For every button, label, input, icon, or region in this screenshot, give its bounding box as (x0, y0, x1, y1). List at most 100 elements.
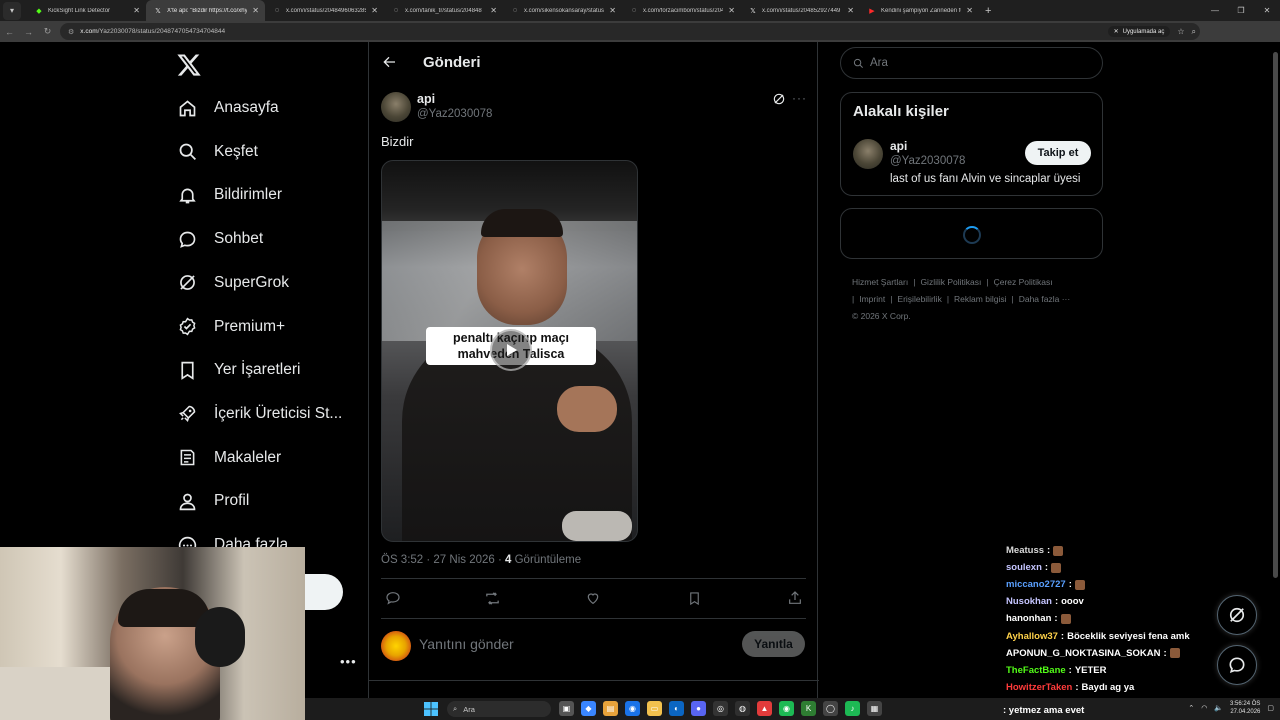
related-avatar[interactable] (853, 139, 883, 169)
reload-button[interactable]: ↻ (38, 22, 57, 41)
browser-tab[interactable]: ▶ Kendini şampiyon Zanneden fu ✕ (860, 0, 979, 21)
chat-username[interactable]: soulexn (1006, 562, 1042, 573)
open-in-app-button[interactable]: ✕ Uygulamada aç (1107, 26, 1171, 37)
close-tab-icon[interactable]: ✕ (847, 6, 854, 15)
nav-item-i-erik-reticisi-st[interactable]: İçerik Üreticisi St... (168, 394, 342, 434)
footer-link[interactable]: Hizmet Şartları (852, 277, 908, 287)
app-icon[interactable]: ▲ (757, 701, 772, 716)
browser-tab[interactable]: ◌ x.com/tanik_tr/status/204848 ✕ (384, 0, 503, 21)
address-bar[interactable]: ⚙ x.com/Yaz2030078/status/20487470547347… (60, 23, 1200, 40)
messages-fab[interactable] (1217, 645, 1257, 685)
footer-link[interactable]: © 2026 X Corp. (852, 311, 911, 321)
reply-icon[interactable] (383, 588, 403, 608)
maximize-button[interactable]: ❐ (1228, 0, 1254, 21)
author-handle[interactable]: @Yaz2030078 (417, 108, 492, 120)
footer-link[interactable]: Gizlilik Politikası (920, 277, 981, 287)
bookmark-icon[interactable] (684, 588, 704, 608)
edge-icon[interactable]: ◐ (669, 701, 684, 716)
app-icon[interactable]: ▦ (867, 701, 882, 716)
close-tab-icon[interactable]: ✕ (728, 6, 735, 15)
nav-item-bildirimler[interactable]: Bildirimler (168, 175, 282, 215)
share-icon[interactable] (785, 588, 805, 608)
like-icon[interactable] (583, 588, 603, 608)
file-explorer-icon[interactable]: ▤ (603, 701, 618, 716)
task-view-icon[interactable]: ▣ (559, 701, 574, 716)
author-name[interactable]: api (417, 92, 435, 106)
user-avatar[interactable] (381, 631, 411, 661)
nav-item-anasayfa[interactable]: Anasayfa (168, 88, 279, 128)
discord-icon[interactable]: ● (691, 701, 706, 716)
chat-username[interactable]: Meatuss (1006, 545, 1044, 556)
footer-link[interactable]: Daha fazla ··· (1019, 294, 1071, 304)
tab-search-button[interactable]: ▾ (3, 1, 21, 20)
nav-item-profil[interactable]: Profil (168, 481, 249, 521)
nav-item-sohbet[interactable]: Sohbet (168, 219, 263, 259)
close-window-button[interactable]: ✕ (1254, 0, 1280, 21)
browser-tab[interactable]: ◌ x.com/sikensokansaray/status/ ✕ (503, 0, 622, 21)
browser-tab[interactable]: ◆ KickSight Link Detector ✕ (27, 0, 146, 21)
copilot-icon[interactable]: ◆ (581, 701, 596, 716)
nav-item-makaleler[interactable]: Makaleler (168, 438, 281, 478)
back-arrow-icon[interactable] (381, 54, 397, 70)
related-name[interactable]: api (890, 139, 907, 153)
obs-icon[interactable]: ◯ (823, 701, 838, 716)
chat-username[interactable]: APONUN_G_NOKTASINA_SOKAN (1006, 648, 1160, 659)
play-button[interactable] (490, 329, 532, 371)
close-tab-icon[interactable]: ✕ (133, 6, 140, 15)
kick-icon[interactable]: K (801, 701, 816, 716)
related-handle[interactable]: @Yaz2030078 (890, 155, 965, 167)
chat-username[interactable]: Ayhallow37 (1006, 631, 1058, 642)
account-menu-icon[interactable]: ••• (340, 654, 357, 669)
browser-tab[interactable]: ◌ x.com/forzacimbom/status/204 ✕ (622, 0, 741, 21)
footer-link[interactable]: Reklam bilgisi (954, 294, 1006, 304)
wifi-icon[interactable]: ◠ (1201, 704, 1207, 712)
browser-tab[interactable]: 𝕏x.com/i/status/204852927449 ✕ (741, 0, 860, 21)
taskbar-clock[interactable]: 3:56:24 ÖS 27.04.2026 (1230, 700, 1260, 716)
forward-nav-button[interactable]: → (19, 22, 38, 41)
reply-button[interactable]: Yanıtla (742, 631, 805, 657)
close-tab-icon[interactable]: ✕ (609, 6, 616, 15)
search-input[interactable]: Ara (840, 47, 1103, 79)
nav-item-premium[interactable]: Premium+ (168, 307, 285, 347)
chat-username[interactable]: Nusokhan (1006, 596, 1052, 607)
close-tab-icon[interactable]: ✕ (371, 6, 378, 15)
browser-tab[interactable]: 𝕏 X'te api: "Bizdir https://t.co/xhy ✕ (146, 0, 265, 21)
star-icon[interactable]: ☆ (1177, 27, 1184, 36)
chat-username[interactable]: miccano2727 (1006, 579, 1066, 590)
grok-fab[interactable] (1217, 595, 1257, 635)
zoom-icon[interactable]: ⌕ (1192, 27, 1196, 37)
chat-username[interactable]: TheFactBane (1006, 665, 1066, 676)
spotify-icon[interactable]: ♪ (845, 701, 860, 716)
author-avatar[interactable] (381, 92, 411, 122)
scrollbar-thumb[interactable] (1273, 52, 1278, 578)
footer-link[interactable]: Imprint (859, 294, 885, 304)
post-timestamp[interactable]: ÖS 3:52 · 27 Nis 2026 · (381, 554, 505, 566)
reply-input[interactable]: Yanıtını gönder (419, 636, 514, 652)
taskbar-search[interactable]: ⌕ Ara (447, 701, 551, 717)
nav-item-ke-fet[interactable]: Keşfet (168, 132, 258, 172)
video-player[interactable]: penaltı kaçırıp maçı mahveden Talisca (381, 160, 638, 542)
spotify-icon[interactable]: ◉ (779, 701, 794, 716)
footer-link[interactable]: Çerez Politikası (994, 277, 1053, 287)
notifications-icon[interactable]: ▢ (1267, 704, 1274, 712)
footer-link[interactable]: Erişilebilirlik (897, 294, 941, 304)
grok-icon[interactable] (772, 92, 786, 106)
app-icon[interactable]: ◎ (713, 701, 728, 716)
repost-icon[interactable] (482, 588, 502, 608)
back-nav-button[interactable]: ← (0, 22, 19, 41)
x-logo-icon[interactable] (176, 52, 202, 78)
close-tab-icon[interactable]: ✕ (966, 6, 973, 15)
nav-item-supergrok[interactable]: SuperGrok (168, 263, 289, 303)
chat-username[interactable]: hanonhan (1006, 613, 1051, 624)
site-info-icon[interactable]: ⚙ (68, 28, 74, 36)
close-tab-icon[interactable]: ✕ (252, 6, 259, 15)
volume-icon[interactable]: 🔈 (1214, 704, 1223, 712)
chat-username[interactable]: HowitzerTaken (1006, 682, 1072, 693)
folder-icon[interactable]: ▭ (647, 701, 662, 716)
windows-start-icon[interactable] (424, 702, 438, 716)
steam-icon[interactable]: ◍ (735, 701, 750, 716)
browser-tab[interactable]: ◌ x.com/i/status/2048496063285 ✕ (265, 0, 384, 21)
chevron-up-icon[interactable]: ⌃ (1188, 704, 1194, 712)
chrome-icon[interactable]: ◉ (625, 701, 640, 716)
nav-item-yer-i-aretleri[interactable]: Yer İşaretleri (168, 350, 300, 390)
